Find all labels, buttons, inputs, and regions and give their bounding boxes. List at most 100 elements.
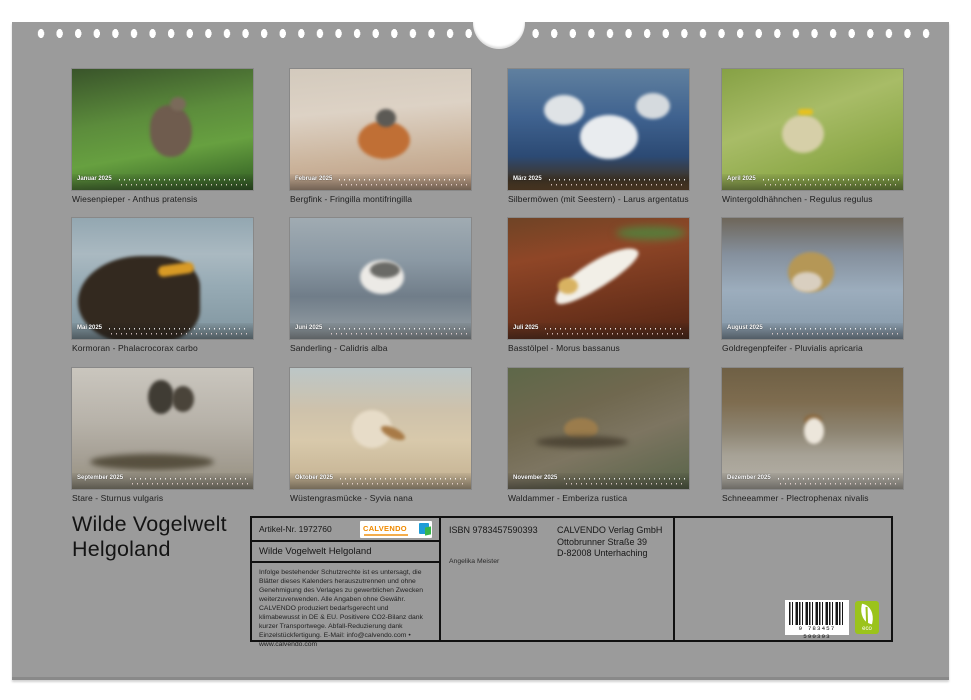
legal-text: Infolge bestehender Schutzrechte ist es … <box>259 569 429 650</box>
mini-calendar-month-label: November 2025 <box>513 475 557 482</box>
mini-calendar-month-label: Oktober 2025 <box>295 475 333 482</box>
month-caption: Wiesenpieper - Anthus pratensis <box>72 194 253 204</box>
bird-shape <box>798 109 813 115</box>
month-caption: Stare - Sturnus vulgaris <box>72 493 253 503</box>
month-caption: Goldregenpfeifer - Pluvialis apricaria <box>722 343 903 353</box>
calvendo-logo-icon <box>419 523 429 534</box>
mini-calendar-grid <box>339 177 467 186</box>
bird-shape <box>636 93 670 119</box>
bird-shape <box>90 454 214 470</box>
info-column-right: 9 783457 590393 eco <box>675 518 891 640</box>
mini-calendar-grid <box>549 177 685 186</box>
article-number-cell: Artikel-Nr. 1972760 CALVENDO <box>252 518 439 542</box>
mini-calendar-month-label: August 2025 <box>727 325 763 332</box>
month-caption: Basstölpel - Morus bassanus <box>508 343 689 353</box>
publisher-address: CALVENDO Verlag GmbH Ottobrunner Straße … <box>557 525 662 560</box>
cliff-top-vegetation <box>616 226 686 240</box>
calendar-back-cover: Januar 2025 Wiesenpieper - Anthus praten… <box>12 22 949 680</box>
mini-calendar-month-label: Juli 2025 <box>513 325 538 332</box>
bird-photo-kormoran: Mai 2025 <box>72 218 253 339</box>
month-tile-juli: Juli 2025 Basstölpel - Morus bassanus <box>508 218 689 353</box>
month-tile-juni: Juni 2025 Sanderling - Calidris alba <box>290 218 471 353</box>
bird-photo-bergfink: Februar 2025 <box>290 69 471 190</box>
calendar-title-cell: Wilde Vogelwelt Helgoland <box>252 542 439 563</box>
month-tile-september: September 2025 Stare - Sturnus vulgaris <box>72 368 253 503</box>
bird-shape <box>580 115 638 159</box>
bird-photo-schneeammer: Dezember 2025 <box>722 368 903 489</box>
month-caption: Schneeammer - Plectrophenax nivalis <box>722 493 903 503</box>
mini-calendar-strip: April 2025 <box>722 174 903 190</box>
article-number: Artikel-Nr. 1972760 <box>259 524 332 534</box>
publisher-street: Ottobrunner Straße 39 <box>557 537 647 547</box>
month-tile-august: August 2025 Goldregenpfeifer - Pluvialis… <box>722 218 903 353</box>
isbn-row: ISBN 9783457590393 CALVENDO Verlag GmbH … <box>449 525 665 560</box>
eco-badge: eco <box>855 601 879 634</box>
publisher-info-table: Artikel-Nr. 1972760 CALVENDO Wilde Vogel… <box>250 516 893 642</box>
calvendo-logo-text: CALVENDO <box>363 525 407 533</box>
mini-calendar-strip: Juni 2025 <box>290 323 471 339</box>
calendar-title: Wilde Vogelwelt Helgoland <box>72 512 227 562</box>
mini-calendar-month-label: Januar 2025 <box>77 176 112 183</box>
calendar-title-line2: Helgoland <box>72 537 227 562</box>
info-column-middle: ISBN 9783457590393 CALVENDO Verlag GmbH … <box>441 518 675 640</box>
calendar-title-line1: Wilde Vogelwelt <box>72 512 227 537</box>
mini-calendar-strip: Januar 2025 <box>72 174 253 190</box>
isbn-number: ISBN 9783457590393 <box>449 525 557 560</box>
mini-calendar-month-label: Juni 2025 <box>295 325 322 332</box>
month-tile-april: April 2025 Wintergoldhähnchen - Regulus … <box>722 69 903 204</box>
eco-badge-label: eco <box>855 626 879 633</box>
bird-shape <box>558 278 578 294</box>
bird-shape <box>792 272 822 292</box>
month-tile-februar: Februar 2025 Bergfink - Fringilla montif… <box>290 69 471 204</box>
mini-calendar-strip: März 2025 <box>508 174 689 190</box>
month-tile-mai: Mai 2025 Kormoran - Phalacrocorax carbo <box>72 218 253 353</box>
mini-calendar-strip: November 2025 <box>508 473 689 489</box>
mini-calendar-grid <box>545 326 685 335</box>
month-caption: Silbermöwen (mit Seestern) - Larus argen… <box>508 194 689 204</box>
bird-photo-wiesenpieper: Januar 2025 <box>72 69 253 190</box>
month-caption: Bergfink - Fringilla montifringilla <box>290 194 471 204</box>
mini-calendar-grid <box>130 476 249 485</box>
month-tile-januar: Januar 2025 Wiesenpieper - Anthus praten… <box>72 69 253 204</box>
mini-calendar-grid <box>770 326 899 335</box>
mini-calendar-month-label: Februar 2025 <box>295 176 332 183</box>
bird-photo-wintergoldhaehnchen: April 2025 <box>722 69 903 190</box>
calendar-title-small: Wilde Vogelwelt Helgoland <box>259 546 371 557</box>
barcode-digits: 9 783457 590393 <box>789 625 845 641</box>
mini-calendar-grid <box>564 476 685 485</box>
bird-shape <box>782 115 824 153</box>
mini-calendar-month-label: März 2025 <box>513 176 542 183</box>
bird-shape <box>370 262 400 278</box>
mini-calendar-month-label: Mai 2025 <box>77 325 102 332</box>
month-caption: Waldammer - Emberiza rustica <box>508 493 689 503</box>
bird-photo-wuestengrasmuecke: Oktober 2025 <box>290 368 471 489</box>
bird-photo-sanderling: Juni 2025 <box>290 218 471 339</box>
month-caption: Wüstengrasmücke - Syvia nana <box>290 493 471 503</box>
mini-calendar-strip: Oktober 2025 <box>290 473 471 489</box>
mini-calendar-grid <box>329 326 467 335</box>
mini-calendar-month-label: April 2025 <box>727 176 756 183</box>
mini-calendar-strip: Februar 2025 <box>290 174 471 190</box>
bird-shape <box>376 109 396 127</box>
mini-calendar-strip: September 2025 <box>72 473 253 489</box>
legal-text-cell: Infolge bestehender Schutzrechte ist es … <box>252 563 439 654</box>
mini-calendar-strip: Dezember 2025 <box>722 473 903 489</box>
leaf-icon <box>858 604 875 625</box>
mini-calendar-grid <box>763 177 899 186</box>
bird-shape <box>172 386 194 412</box>
mini-calendar-grid <box>778 476 899 485</box>
hanger-notch <box>473 22 525 49</box>
bird-shape <box>170 97 186 111</box>
spiral-punch-holes-right <box>508 27 932 40</box>
month-tile-dezember: Dezember 2025 Schneeammer - Plectrophena… <box>722 368 903 503</box>
info-column-left: Artikel-Nr. 1972760 CALVENDO Wilde Vogel… <box>252 518 441 640</box>
mini-calendar-month-label: Dezember 2025 <box>727 475 771 482</box>
bird-shape <box>150 105 192 157</box>
mini-calendar-strip: August 2025 <box>722 323 903 339</box>
bird-shape <box>804 418 824 444</box>
publisher-city: D-82008 Unterhaching <box>557 548 648 558</box>
month-tile-maerz: März 2025 Silbermöwen (mit Seestern) - L… <box>508 69 689 204</box>
publisher-name: CALVENDO Verlag GmbH <box>557 525 662 535</box>
barcode: 9 783457 590393 <box>785 600 849 635</box>
bird-photo-goldregenpfeifer: August 2025 <box>722 218 903 339</box>
